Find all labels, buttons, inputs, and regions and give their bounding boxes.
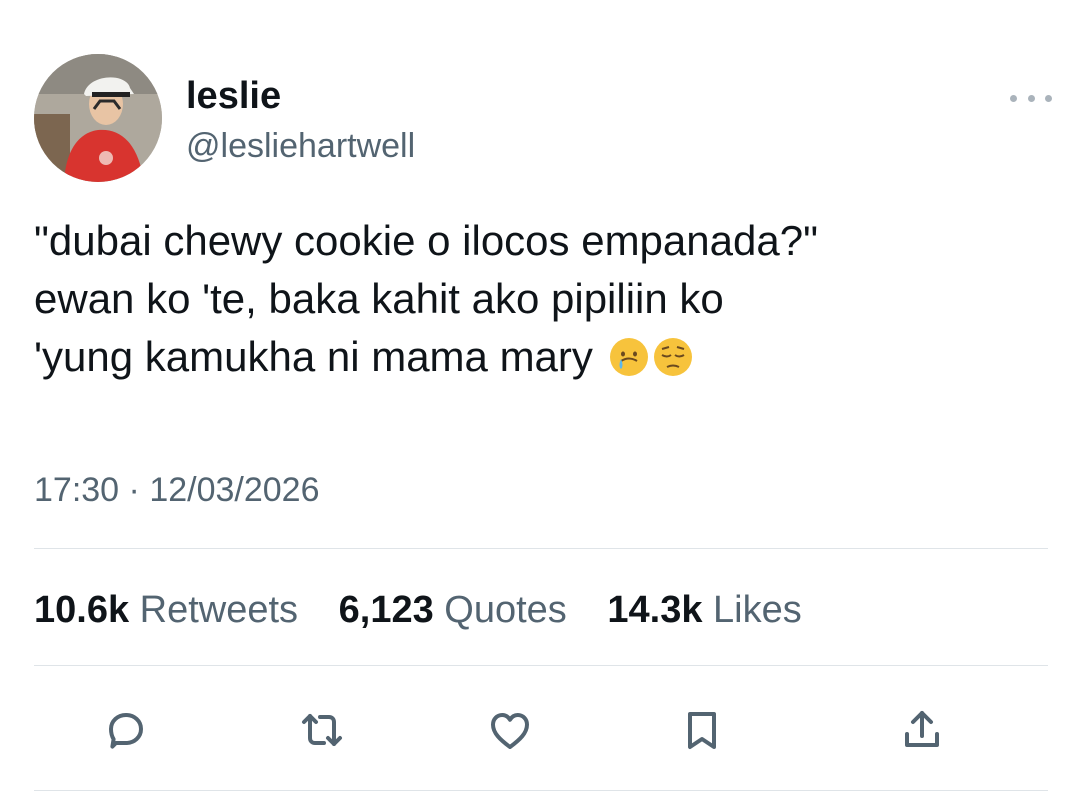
share-icon — [905, 711, 939, 747]
like-icon — [491, 713, 529, 749]
divider — [34, 548, 1048, 549]
tweet-card: leslie @lesliehartwell "dubai chewy cook… — [0, 0, 1080, 801]
quotes-label: Quotes — [444, 589, 567, 631]
tweet-text-last-line: 'yung kamukha ni mama mary — [34, 328, 1044, 386]
tweet-text: "dubai chewy cookie o ilocos empanada?" … — [34, 212, 1044, 386]
quotes-stat[interactable]: 6,123 Quotes — [339, 589, 567, 631]
tweet-text-line: 'yung kamukha ni mama mary — [34, 333, 593, 380]
avatar-photo — [34, 54, 162, 182]
more-options-icon[interactable] — [1010, 86, 1052, 110]
retweets-label: Retweets — [139, 589, 299, 631]
crying-face-emoji — [609, 338, 648, 376]
retweets-stat[interactable]: 10.6k Retweets — [34, 589, 298, 631]
tweet-date: 12/03/2026 — [149, 471, 320, 509]
timestamp-separator: · — [128, 471, 140, 509]
action-bar — [0, 700, 1080, 760]
quotes-count: 6,123 — [338, 589, 434, 631]
retweets-count: 10.6k — [34, 589, 130, 631]
tweet-text-line: "dubai chewy cookie o ilocos empanada?" — [34, 217, 818, 264]
reply-button[interactable] — [96, 700, 156, 760]
share-button[interactable] — [892, 700, 952, 760]
bookmark-button[interactable] — [672, 700, 732, 760]
engagement-stats: 10.6k Retweets 6,123 Quotes 14.3k Likes — [34, 588, 832, 632]
tweet-timestamp[interactable]: 17:30 · 12/03/2026 — [34, 470, 320, 510]
display-name[interactable]: leslie — [186, 74, 281, 118]
tweet-time: 17:30 — [34, 471, 120, 509]
likes-count: 14.3k — [607, 589, 703, 631]
like-button[interactable] — [480, 700, 540, 760]
likes-stat[interactable]: 14.3k Likes — [607, 589, 801, 631]
bookmark-icon — [688, 712, 716, 749]
avatar[interactable] — [34, 54, 162, 182]
reply-icon — [109, 713, 143, 749]
tweet-text-line: ewan ko 'te, baka kahit ako pipiliin ko — [34, 275, 724, 322]
likes-label: Likes — [713, 589, 802, 631]
retweet-button[interactable] — [292, 700, 352, 760]
retweet-icon — [302, 714, 342, 746]
user-handle[interactable]: @lesliehartwell — [186, 126, 415, 166]
pensive-face-emoji — [653, 338, 692, 376]
divider — [34, 665, 1048, 666]
divider — [34, 790, 1048, 791]
